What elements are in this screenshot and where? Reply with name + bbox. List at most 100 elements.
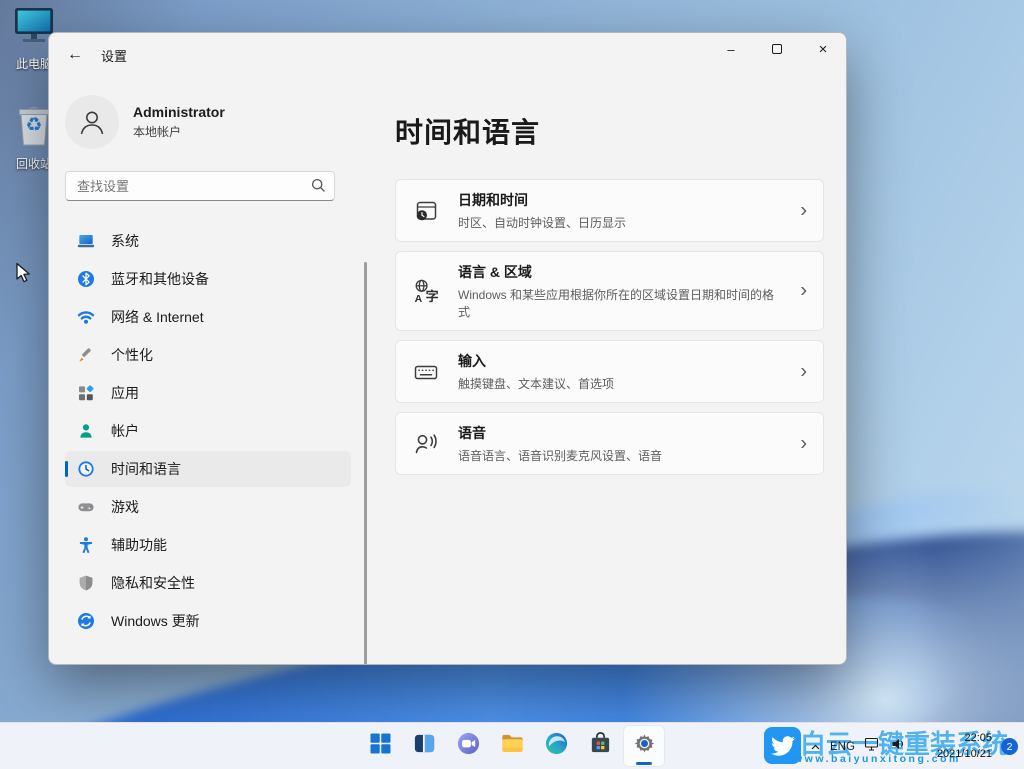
page-title: 时间和语言: [395, 111, 824, 151]
sidebar-item-accessibility[interactable]: 辅助功能: [65, 527, 351, 563]
sidebar-item-time-language[interactable]: 时间和语言: [65, 451, 351, 487]
time-language-icon: [77, 460, 95, 478]
card-date-time[interactable]: 日期和时间 时区、自动时钟设置、日历显示 ›: [395, 179, 824, 242]
chat-icon: [456, 731, 481, 761]
sidebar-item-accounts[interactable]: 帐户: [65, 413, 351, 449]
card-title: 日期和时间: [458, 190, 626, 210]
file-explorer-button[interactable]: [492, 726, 532, 766]
search-icon: [311, 178, 326, 198]
sidebar: Administrator 本地帐户: [49, 77, 371, 665]
tray-clock[interactable]: 22:05 2021/10/21: [937, 731, 992, 762]
card-language-region[interactable]: 字 A 语言 & 区域 Windows 和某些应用根据你所在的区域设置日期和时间…: [395, 251, 824, 331]
accessibility-icon: [77, 536, 95, 554]
settings-button[interactable]: [624, 726, 664, 766]
bluetooth-icon: [77, 270, 95, 288]
accounts-icon: [77, 422, 95, 440]
chat-button[interactable]: [448, 726, 488, 766]
tray-time: 22:05: [937, 731, 992, 746]
sidebar-item-label: 帐户: [111, 421, 139, 441]
sidebar-item-apps[interactable]: 应用: [65, 375, 351, 411]
sidebar-item-personalization[interactable]: 个性化: [65, 337, 351, 373]
sidebar-item-label: 网络 & Internet: [111, 307, 204, 327]
sidebar-item-label: 隐私和安全性: [111, 573, 195, 593]
card-typing[interactable]: 输入 触摸键盘、文本建议、首选项 ›: [395, 340, 824, 403]
taskbar: 白云一键重装系统 www.baiyunxitong.com ENG: [0, 722, 1024, 769]
desktop: 此电脑 ♻ 回收站 ← 设置 –: [0, 0, 1024, 769]
minimize-icon: –: [727, 43, 734, 56]
main-content: 时间和语言: [371, 77, 846, 665]
card-subtitle: Windows 和某些应用根据你所在的区域设置日期和时间的格式: [458, 286, 779, 320]
speech-icon: [413, 431, 439, 457]
sidebar-item-label: 系统: [111, 231, 139, 251]
task-view-button[interactable]: [404, 726, 444, 766]
system-icon: [77, 232, 95, 250]
svg-text:A: A: [415, 293, 423, 304]
mouse-cursor: [14, 262, 34, 289]
back-button[interactable]: ←: [59, 41, 91, 69]
network-icon: [77, 308, 95, 326]
tray-language-indicator[interactable]: ENG: [830, 741, 855, 753]
personalization-icon: [77, 346, 95, 364]
taskbar-buttons: [360, 726, 664, 766]
titlebar[interactable]: ← 设置 – ×: [49, 33, 846, 77]
start-button[interactable]: [360, 726, 400, 766]
settings-gear-icon: [632, 731, 657, 761]
sidebar-item-label: Windows 更新: [111, 611, 200, 631]
account-type: 本地帐户: [133, 123, 225, 140]
windows-logo-icon: [368, 731, 393, 761]
account-name: Administrator: [133, 104, 225, 120]
tray-date: 2021/10/21: [937, 747, 992, 762]
sidebar-item-bluetooth[interactable]: 蓝牙和其他设备: [65, 261, 351, 297]
notification-badge[interactable]: 2: [1001, 738, 1018, 755]
sidebar-item-label: 辅助功能: [111, 535, 167, 555]
search-box[interactable]: [65, 171, 335, 201]
card-speech[interactable]: 语音 语音语言、语音识别麦克风设置、语音 ›: [395, 412, 824, 475]
card-title: 输入: [458, 351, 614, 371]
avatar: [65, 95, 119, 149]
sidebar-item-network[interactable]: 网络 & Internet: [65, 299, 351, 335]
back-arrow-icon: ←: [67, 46, 83, 64]
card-subtitle: 语音语言、语音识别麦克风设置、语音: [458, 447, 662, 464]
card-subtitle: 触摸键盘、文本建议、首选项: [458, 375, 614, 392]
apps-icon: [77, 384, 95, 402]
close-icon: ×: [819, 42, 828, 57]
maximize-button[interactable]: [754, 33, 800, 65]
recycle-symbol-icon: ♻: [25, 114, 42, 136]
sidebar-item-label: 游戏: [111, 497, 139, 517]
typing-icon: [413, 359, 439, 385]
maximize-icon: [772, 44, 782, 54]
sidebar-item-windows-update[interactable]: Windows 更新: [65, 603, 351, 639]
date-time-icon: [413, 198, 439, 224]
chevron-right-icon: ›: [800, 280, 807, 303]
account-section[interactable]: Administrator 本地帐户: [65, 95, 371, 149]
store-button[interactable]: [580, 726, 620, 766]
edge-icon: [544, 731, 569, 761]
close-button[interactable]: ×: [800, 33, 846, 65]
chevron-right-icon: ›: [800, 199, 807, 222]
store-icon: [588, 731, 613, 761]
chevron-right-icon: ›: [800, 360, 807, 383]
tray-show-hidden-icons[interactable]: [810, 742, 821, 756]
minimize-button[interactable]: –: [708, 33, 754, 65]
search-input[interactable]: [65, 171, 335, 201]
tray-display-icon[interactable]: [864, 736, 881, 757]
privacy-icon: [77, 574, 95, 592]
sidebar-item-system[interactable]: 系统: [65, 223, 351, 259]
chevron-right-icon: ›: [800, 432, 807, 455]
watermark-bird-logo: [764, 727, 801, 764]
file-explorer-icon: [500, 731, 525, 761]
tray-volume-icon[interactable]: [890, 736, 906, 757]
gaming-icon: [77, 498, 95, 516]
window-title: 设置: [101, 46, 127, 65]
sidebar-item-label: 蓝牙和其他设备: [111, 269, 209, 289]
sidebar-item-gaming[interactable]: 游戏: [65, 489, 351, 525]
edge-button[interactable]: [536, 726, 576, 766]
card-subtitle: 时区、自动时钟设置、日历显示: [458, 214, 626, 231]
windows-update-icon: [77, 612, 95, 630]
system-tray: ENG 22:05 2021/10/21 2: [810, 723, 1018, 769]
settings-window: ← 设置 – ×: [48, 32, 847, 665]
sidebar-item-privacy[interactable]: 隐私和安全性: [65, 565, 351, 601]
sidebar-scrollbar[interactable]: [364, 262, 367, 665]
svg-text:字: 字: [426, 289, 439, 304]
sidebar-nav: 系统 蓝牙和其他设备: [65, 223, 351, 639]
